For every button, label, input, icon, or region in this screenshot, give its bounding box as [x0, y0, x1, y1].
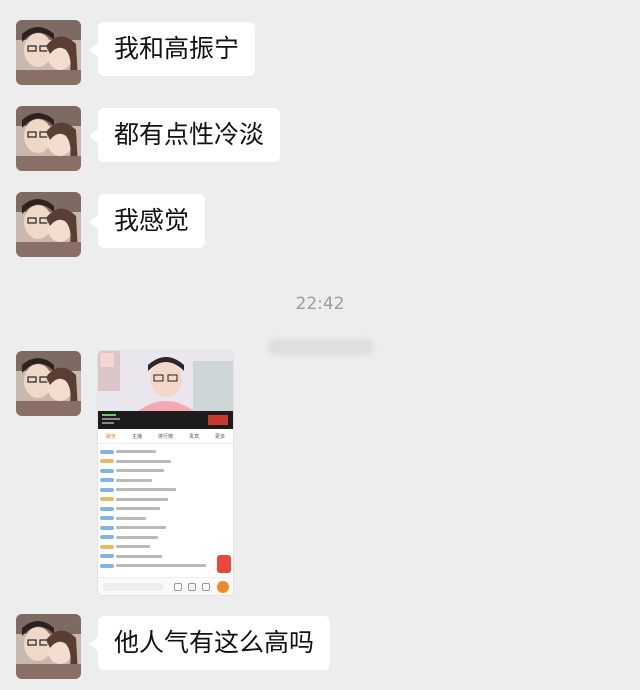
stream-tabs: 聊天 主播 排行榜 贵宾 更多 [98, 429, 233, 444]
message-bubble[interactable]: 他人气有这么高吗 [88, 616, 331, 670]
message-text: 他人气有这么高吗 [114, 628, 315, 657]
avatar[interactable] [16, 20, 81, 85]
stream-tab: 贵宾 [188, 433, 199, 440]
chat-line [100, 485, 220, 495]
chat-line [100, 533, 220, 543]
chat-line [100, 476, 220, 486]
message-bubble[interactable]: 我感觉 [88, 194, 206, 248]
chat-line [100, 457, 220, 467]
stream-tab: 主播 [131, 433, 142, 440]
chat-line [100, 561, 220, 571]
message-text: 都有点性冷淡 [114, 120, 265, 149]
stream-chat-list [100, 447, 220, 571]
gift-badge [217, 555, 231, 573]
gift-icon [217, 581, 229, 593]
avatar[interactable] [16, 106, 81, 171]
stream-input-bar [98, 577, 233, 595]
stream-stats-bar [98, 411, 233, 429]
avatar[interactable] [16, 192, 81, 257]
shared-screenshot[interactable]: 聊天 主播 排行榜 贵宾 更多 [98, 351, 233, 595]
like-icon [188, 583, 196, 591]
message-text: 我感觉 [114, 206, 190, 235]
chat-line [100, 514, 220, 524]
stream-input-field [102, 583, 164, 591]
message-bubble[interactable]: 都有点性冷淡 [88, 108, 281, 162]
message-bubble[interactable]: 我和高振宁 [88, 22, 256, 76]
chat-line [100, 523, 220, 533]
redacted-label [268, 339, 374, 355]
menu-icon [202, 583, 210, 591]
chat-line [100, 552, 220, 562]
stream-tab: 更多 [214, 433, 225, 440]
stream-tab: 排行榜 [157, 433, 173, 440]
timestamp: 22:42 [295, 294, 345, 314]
chat-line [100, 542, 220, 552]
chat-line [100, 447, 220, 457]
chat-line [100, 495, 220, 505]
share-icon [174, 583, 182, 591]
message-text: 我和高振宁 [114, 34, 240, 63]
stream-tab: 聊天 [105, 433, 116, 440]
avatar[interactable] [16, 614, 81, 679]
avatar[interactable] [16, 351, 81, 416]
chat-line [100, 504, 220, 514]
chat-line [100, 466, 220, 476]
